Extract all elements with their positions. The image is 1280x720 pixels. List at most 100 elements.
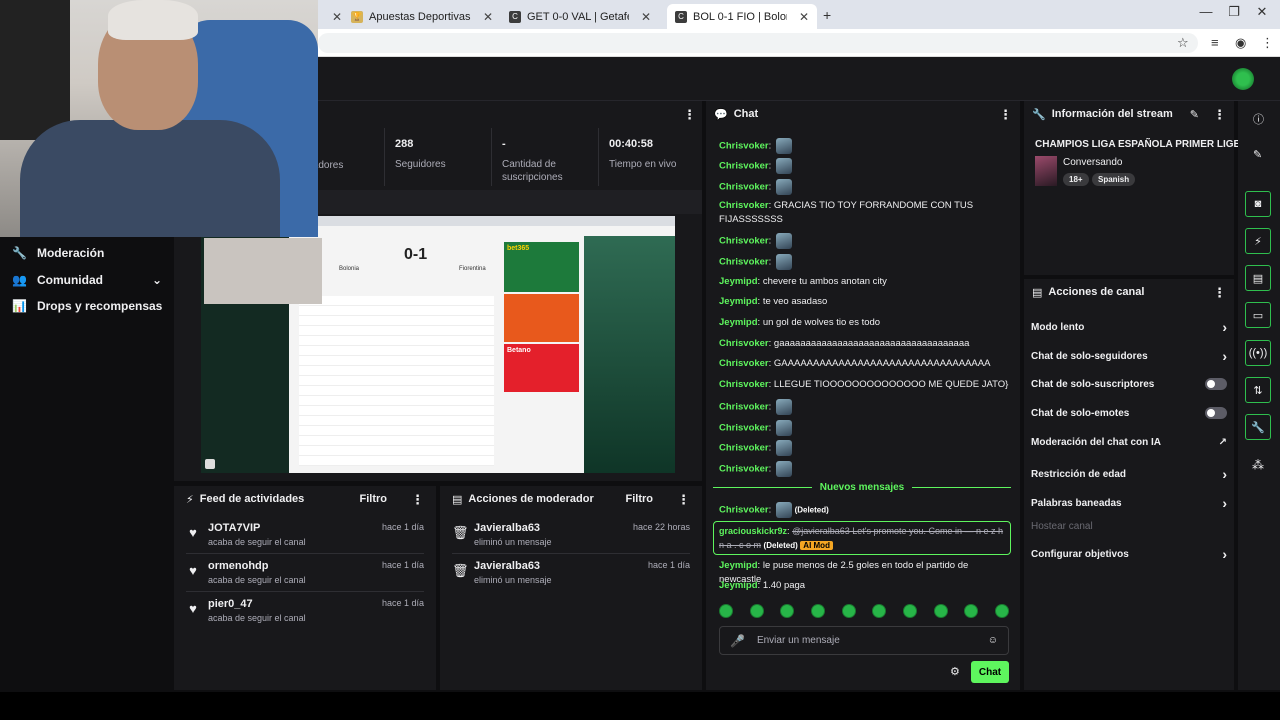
nav-item-community[interactable]: 👥 Comunidad ⌄: [12, 273, 162, 287]
document-icon: ▤: [452, 493, 463, 506]
follower-name[interactable]: ormenohdp: [208, 560, 306, 572]
toggle-switch[interactable]: [1205, 378, 1227, 390]
action-slow-mode[interactable]: Modo lento ›: [1031, 319, 1227, 335]
menu-icon[interactable]: ⋮: [1261, 35, 1274, 51]
media-icon[interactable]: ≡: [1211, 35, 1219, 50]
close-icon[interactable]: ✕: [799, 10, 809, 24]
chat-username[interactable]: Chrisvoker: [719, 358, 769, 369]
chat-message-flagged: graciouskickr9z: @javieralba63 Let's pro…: [719, 526, 1004, 550]
emoji-icon[interactable]: ☺: [988, 635, 998, 646]
emote-icon[interactable]: [933, 604, 948, 618]
settings-gear-icon[interactable]: ⚙: [950, 665, 960, 678]
more-options-icon[interactable]: ⋮: [1213, 286, 1226, 299]
pencil-icon[interactable]: ✎: [1253, 148, 1262, 161]
chat-username[interactable]: Jeymipd: [719, 296, 758, 307]
emote-icon[interactable]: [964, 604, 979, 618]
moderator-name[interactable]: Javieralba63: [474, 522, 552, 534]
chat-username[interactable]: Chrisvoker: [719, 379, 769, 390]
follower-name[interactable]: pier0_47: [208, 598, 306, 610]
panel-title: Acciones de moderador: [468, 493, 594, 505]
action-age-restriction[interactable]: Restricción de edad ›: [1031, 466, 1227, 482]
filter-button[interactable]: Filtro: [360, 493, 388, 505]
chat-shortcut-button[interactable]: ▭: [1245, 302, 1271, 328]
preview-control-icon[interactable]: [205, 459, 215, 469]
profile-icon[interactable]: ◉: [1235, 35, 1246, 51]
chat-send-button[interactable]: Chat: [971, 661, 1009, 683]
heart-icon: ♥: [189, 525, 197, 540]
chat-username[interactable]: Chrisvoker: [719, 257, 769, 268]
info-icon[interactable]: ⓘ: [1253, 111, 1264, 127]
close-window-icon[interactable]: ✕: [1249, 4, 1275, 20]
restore-icon[interactable]: ❐: [1221, 4, 1247, 20]
microphone-icon[interactable]: 🎤: [730, 634, 745, 648]
raid-button[interactable]: ⇅: [1245, 377, 1271, 403]
action-banned-words[interactable]: Palabras baneadas ›: [1031, 495, 1227, 511]
bookmark-star-icon[interactable]: ☆: [1177, 35, 1189, 51]
chat-username[interactable]: Chrisvoker: [719, 161, 769, 172]
add-shortcut-icon[interactable]: ⁂: [1252, 458, 1264, 472]
stream-preview[interactable]: 0-1 Bolonia Fiorentina bet365 Betano: [201, 216, 675, 473]
clip-button[interactable]: ◙: [1245, 191, 1271, 217]
preview-ad-2: [504, 294, 579, 342]
notes-button[interactable]: ▤: [1245, 265, 1271, 291]
nav-item-drops[interactable]: 📊 Drops y recompensas: [12, 299, 162, 313]
emote-icon[interactable]: [749, 604, 764, 618]
chat-username[interactable]: Chrisvoker: [719, 464, 769, 475]
chat-username[interactable]: Chrisvoker: [719, 443, 769, 454]
minimize-icon[interactable]: —: [1193, 4, 1219, 19]
chat-username[interactable]: Chrisvoker: [719, 505, 769, 516]
chat-username[interactable]: Chrisvoker: [719, 141, 769, 152]
moderator-name[interactable]: Javieralba63: [474, 560, 552, 572]
emote-icon[interactable]: [719, 604, 733, 618]
browser-tab-1[interactable]: 🏆 Apuestas Deportivas | Apuesta ✕: [343, 4, 501, 29]
chat-username[interactable]: graciouskickr9z: [719, 526, 787, 536]
action-configure-goals[interactable]: Configurar objetivos ›: [1031, 546, 1227, 562]
emote-icon[interactable]: [902, 604, 917, 618]
broadcast-button[interactable]: ((•)): [1245, 340, 1271, 366]
action-followers-only[interactable]: Chat de solo-seguidores ›: [1031, 348, 1227, 364]
chat-input[interactable]: 🎤 Enviar un mensaje ☺: [719, 626, 1009, 655]
new-tab-button[interactable]: +: [823, 7, 831, 23]
url-field[interactable]: [318, 33, 1198, 53]
close-icon[interactable]: ✕: [641, 10, 651, 24]
mod-tools-button[interactable]: 🔧: [1245, 414, 1271, 440]
category-name[interactable]: Conversando: [1063, 157, 1122, 168]
chat-username[interactable]: Jeymipd: [719, 317, 758, 328]
chat-username[interactable]: Chrisvoker: [719, 402, 769, 413]
more-options-icon[interactable]: ⋮: [999, 108, 1012, 121]
chat-username[interactable]: Chrisvoker: [719, 423, 769, 434]
more-options-icon[interactable]: ⋮: [677, 493, 690, 506]
toggle-switch[interactable]: [1205, 407, 1227, 419]
emote-icon[interactable]: [994, 604, 1009, 618]
chat-username[interactable]: Chrisvoker: [719, 182, 769, 193]
browser-tab-2[interactable]: C GET 0-0 VAL | Getafe vs Valencia ✕: [501, 4, 659, 29]
emote-icon[interactable]: [810, 604, 825, 618]
follower-name[interactable]: JOTA7VIP: [208, 522, 306, 534]
chat-username[interactable]: Chrisvoker: [719, 338, 769, 349]
more-options-icon[interactable]: ⋮: [411, 493, 424, 506]
more-options-icon[interactable]: ⋮: [1213, 108, 1226, 121]
taskbar-area: [0, 692, 1280, 720]
chat-username[interactable]: Chrisvoker: [719, 200, 769, 211]
edit-pencil-icon[interactable]: ✎: [1190, 108, 1199, 121]
browser-tab-3-active[interactable]: C BOL 0-1 FIO | Bolonia vs Fiorentina ✕: [667, 4, 817, 29]
chat-username[interactable]: Jeymipd: [719, 276, 758, 287]
tag-badge[interactable]: 18+: [1063, 173, 1089, 186]
avatar[interactable]: [1232, 68, 1254, 90]
close-icon[interactable]: ✕: [332, 10, 342, 24]
chat-username[interactable]: Jeymipd: [719, 580, 758, 591]
ad-button[interactable]: ⚡: [1245, 228, 1271, 254]
stat-label: Seguidores: [395, 159, 446, 170]
action-ai-moderation[interactable]: Moderación del chat con IA ↗: [1031, 437, 1227, 448]
close-icon[interactable]: ✕: [483, 10, 493, 24]
emote-icon[interactable]: [841, 604, 856, 618]
action-label: Restricción de edad: [1031, 468, 1127, 480]
tag-badge[interactable]: Spanish: [1092, 173, 1136, 186]
nav-item-moderation[interactable]: 🔧 Moderación: [12, 246, 104, 260]
filter-button[interactable]: Filtro: [626, 493, 654, 505]
emote-icon[interactable]: [872, 604, 887, 618]
chat-username[interactable]: Chrisvoker: [719, 236, 769, 247]
emote-icon[interactable]: [780, 604, 795, 618]
more-options-icon[interactable]: ⋮: [683, 108, 696, 121]
chat-username[interactable]: Jeymipd: [719, 560, 758, 571]
